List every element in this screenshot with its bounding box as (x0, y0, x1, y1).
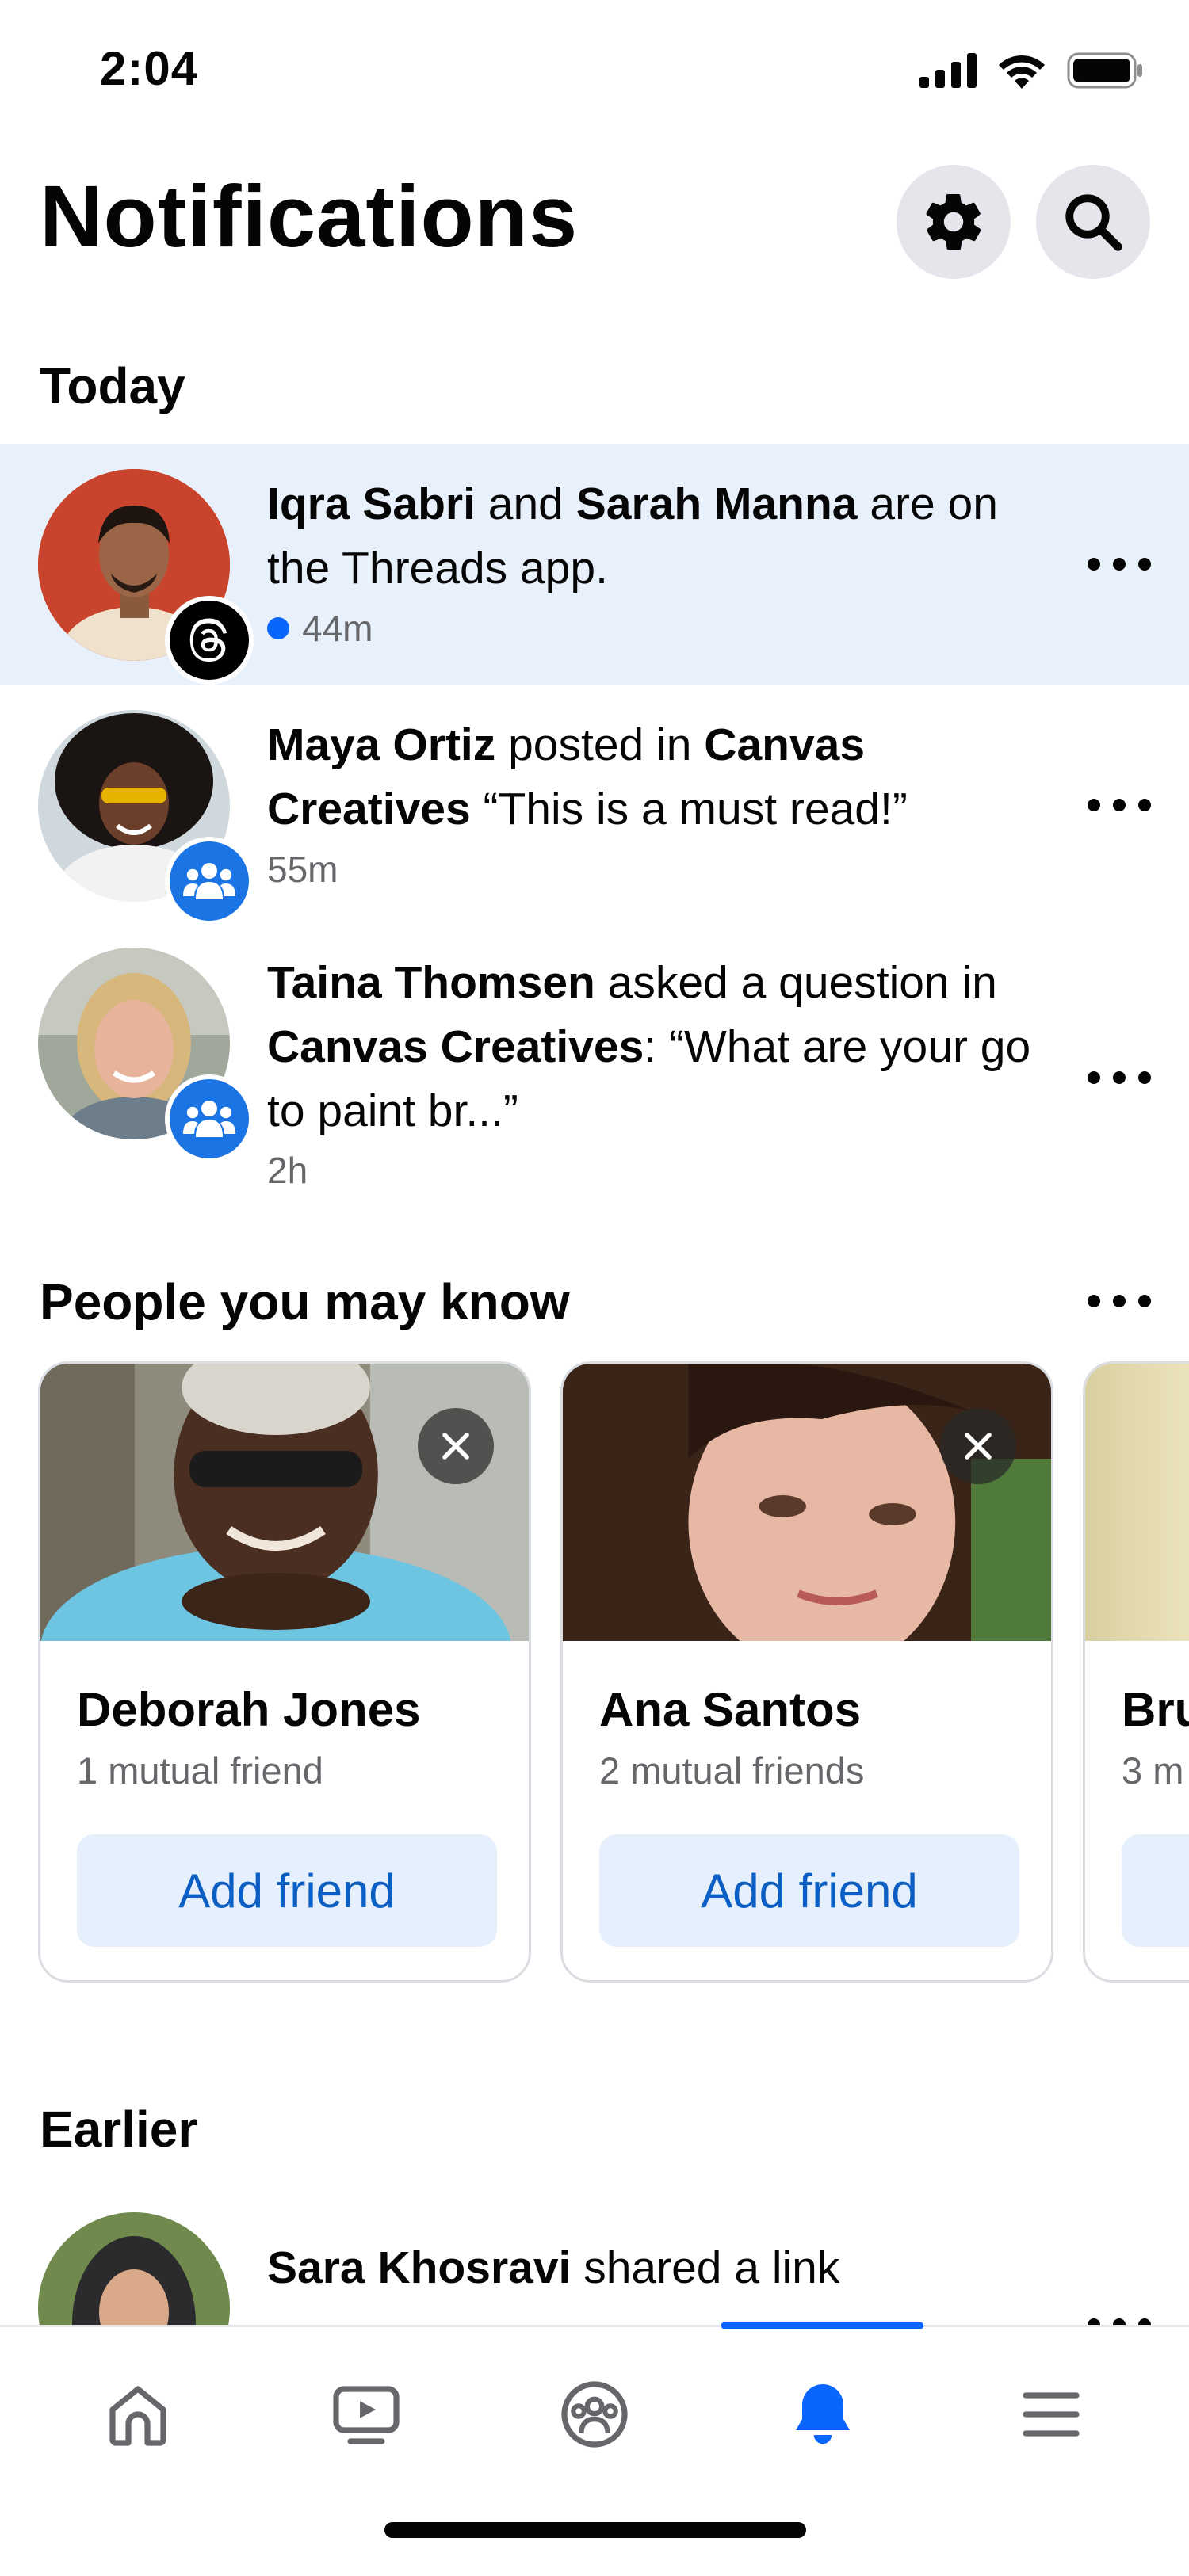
profile-photo (40, 1364, 529, 1641)
search-icon (1065, 194, 1122, 251)
pymk-name[interactable]: Bru (1122, 1682, 1189, 1737)
notification-item[interactable]: Sara Khosravi shared a link (0, 2187, 1189, 2325)
section-heading-earlier: Earlier (40, 2101, 198, 2158)
home-indicator[interactable] (384, 2522, 806, 2538)
avatar (38, 710, 254, 925)
bell-icon (796, 2384, 850, 2444)
profile-photo (1085, 1364, 1189, 1641)
dismiss-button[interactable] (940, 1408, 1016, 1484)
avatar-photo (38, 2212, 230, 2325)
wifi-icon (999, 55, 1045, 89)
groups-icon (561, 2381, 628, 2448)
notification-item[interactable]: Taina Thomsen asked a question in Canvas… (0, 922, 1189, 1208)
page-title: Notifications (40, 168, 579, 265)
settings-button[interactable] (897, 165, 1011, 279)
profile-photo (563, 1364, 1051, 1641)
notification-time: 44m (267, 607, 373, 650)
add-friend-button[interactable]: Add friend (77, 1834, 497, 1947)
add-friend-button[interactable] (1122, 1834, 1189, 1947)
pymk-card[interactable]: Deborah Jones 1 mutual friend Add friend (38, 1361, 531, 1983)
active-tab-indicator (721, 2322, 923, 2329)
nav-groups[interactable] (539, 2359, 650, 2470)
pymk-card[interactable]: Bru 3 m (1083, 1361, 1189, 1983)
bottom-nav (0, 2322, 1189, 2576)
notification-text: Sara Khosravi shared a link (267, 2242, 840, 2293)
more-options-button[interactable] (1088, 1062, 1151, 1093)
section-heading-today: Today (40, 357, 185, 414)
notification-text: Maya Ortiz posted in Canvas Creatives “T… (267, 719, 908, 834)
avatar (38, 948, 254, 1163)
video-icon (333, 2386, 400, 2444)
more-options-button[interactable] (1088, 548, 1151, 580)
pymk-name[interactable]: Deborah Jones (77, 1682, 420, 1737)
battery-icon (1067, 52, 1142, 89)
close-icon (442, 1433, 469, 1460)
notification-item[interactable]: Maya Ortiz posted in Canvas Creatives “T… (0, 685, 1189, 925)
nav-menu[interactable] (996, 2359, 1107, 2470)
search-button[interactable] (1036, 165, 1150, 279)
notification-time: 55m (267, 849, 338, 890)
dismiss-button[interactable] (418, 1408, 494, 1484)
notification-item[interactable]: Iqra Sabri and Sarah Manna are on the Th… (0, 444, 1189, 685)
avatar (38, 2212, 230, 2325)
more-options-button[interactable] (1088, 2309, 1151, 2325)
groups-icon (165, 837, 254, 925)
avatar (38, 469, 254, 685)
cellular-signal-icon (919, 53, 977, 88)
status-time: 2:04 (100, 42, 199, 95)
pymk-card[interactable]: Ana Santos 2 mutual friends Add friend (560, 1361, 1053, 1983)
status-icons (919, 52, 1143, 89)
close-icon (965, 1433, 992, 1460)
pymk-mutual-friends: 3 m (1122, 1750, 1184, 1792)
pymk-mutual-friends: 1 mutual friend (77, 1750, 323, 1792)
pymk-mutual-friends: 2 mutual friends (599, 1750, 865, 1792)
add-friend-button[interactable]: Add friend (599, 1834, 1019, 1947)
notification-text: Taina Thomsen asked a question in Canvas… (267, 957, 1031, 1136)
notification-time: 2h (267, 1150, 308, 1191)
nav-home[interactable] (82, 2359, 193, 2470)
more-options-button[interactable] (1088, 789, 1151, 821)
home-icon (109, 2386, 166, 2446)
gear-icon (926, 193, 981, 250)
pymk-name[interactable]: Ana Santos (599, 1682, 861, 1737)
nav-video[interactable] (311, 2359, 422, 2470)
menu-icon (1023, 2392, 1080, 2437)
section-heading-pymk: People you may know (40, 1273, 570, 1330)
nav-notifications[interactable] (767, 2359, 878, 2470)
threads-icon (165, 596, 254, 685)
unread-dot (267, 617, 289, 639)
groups-icon (165, 1074, 254, 1163)
notification-text: Iqra Sabri and Sarah Manna are on the Th… (267, 479, 998, 593)
pymk-more-options-button[interactable] (1088, 1285, 1151, 1317)
